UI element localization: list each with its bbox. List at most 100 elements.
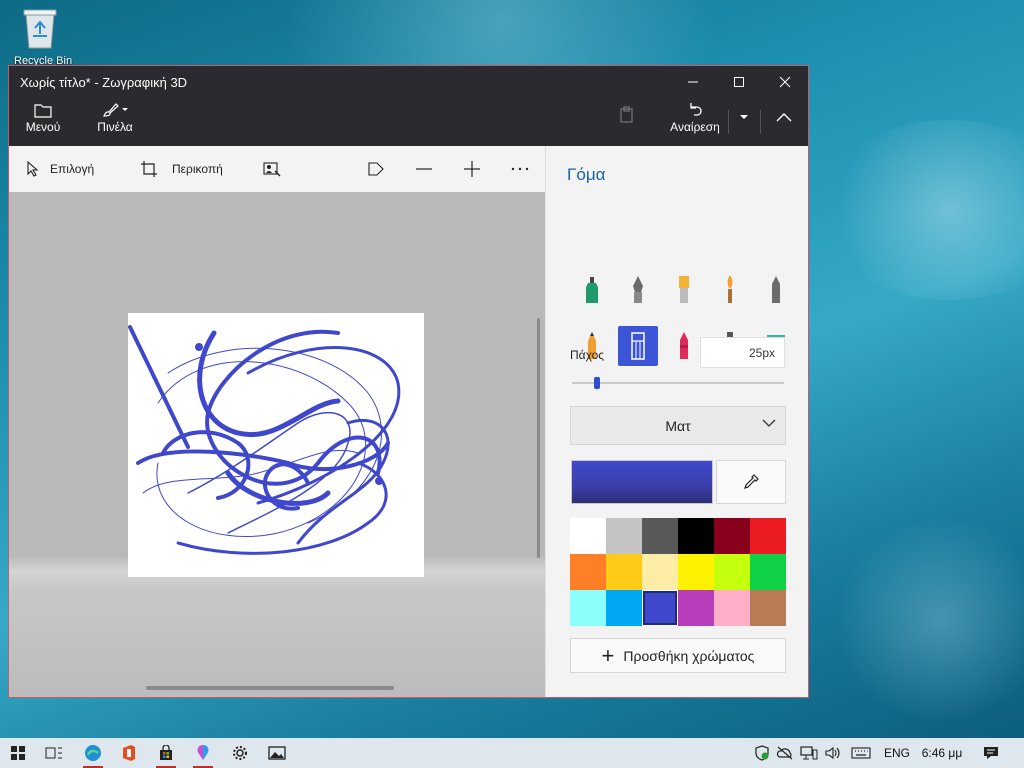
taskbar-edge[interactable] — [75, 738, 111, 768]
marker-tool[interactable] — [572, 270, 612, 310]
watercolor-tool[interactable] — [710, 270, 750, 310]
task-view-button[interactable] — [36, 738, 72, 768]
thickness-input[interactable]: 25px — [700, 337, 785, 368]
paint3d-window: Χωρίς τίτλο* - Ζωγραφική 3D Μενού Πινέλα… — [8, 65, 809, 698]
select-label: Επιλογή — [50, 162, 95, 176]
input-language[interactable]: ENG — [879, 738, 915, 768]
color-swatch[interactable] — [750, 554, 786, 590]
pixel-pen-icon — [772, 276, 780, 303]
finish-dropdown[interactable]: Ματ — [570, 406, 786, 445]
magic-select-icon — [263, 162, 281, 177]
recycle-bin-icon — [23, 9, 57, 49]
onedrive-tray-icon[interactable] — [775, 738, 795, 768]
taskbar-photos[interactable] — [259, 738, 295, 768]
horizontal-scrollbar[interactable] — [146, 686, 394, 690]
crop-tool[interactable]: Περικοπή — [140, 158, 223, 180]
office-icon — [123, 745, 135, 761]
calligraphy-pen-tool[interactable] — [618, 270, 658, 310]
color-swatch[interactable] — [714, 554, 750, 590]
current-color-swatch[interactable] — [571, 460, 713, 504]
more-options-button[interactable] — [511, 158, 539, 180]
maximize-button[interactable] — [716, 66, 762, 98]
ribbon-divider — [760, 110, 761, 134]
3d-view-button[interactable] — [367, 158, 395, 180]
brushes-label: Πινέλα — [97, 120, 133, 134]
oil-brush-tool[interactable] — [664, 270, 704, 310]
volume-tray-icon[interactable] — [822, 738, 844, 768]
taskbar-store[interactable] — [148, 738, 184, 768]
pixel-pen-tool[interactable] — [756, 270, 796, 310]
network-icon — [800, 746, 818, 760]
color-swatch[interactable] — [750, 590, 786, 626]
paste-button[interactable] — [615, 106, 639, 146]
color-swatch[interactable] — [642, 518, 678, 554]
zoom-in-button[interactable] — [463, 158, 491, 180]
finish-value: Ματ — [665, 417, 691, 434]
action-center-button[interactable] — [978, 738, 1004, 768]
magic-select-tool[interactable] — [263, 158, 291, 180]
taskbar-settings[interactable] — [222, 738, 258, 768]
color-swatch[interactable] — [750, 518, 786, 554]
color-swatch[interactable] — [714, 590, 750, 626]
color-swatch[interactable] — [606, 554, 642, 590]
notification-icon — [984, 747, 998, 759]
color-swatch[interactable] — [678, 518, 714, 554]
add-color-button[interactable]: + Προσθήκη χρώματος — [570, 638, 786, 673]
minimize-button[interactable] — [670, 66, 716, 98]
more-icon — [511, 167, 529, 171]
crayon-tool[interactable] — [664, 326, 704, 366]
color-swatch[interactable] — [678, 554, 714, 590]
panel-title: Γόμα — [567, 165, 606, 184]
thickness-label: Πάχος — [570, 348, 605, 362]
zoom-out-button[interactable] — [415, 158, 443, 180]
drawing-strokes — [128, 325, 401, 555]
brushes-button[interactable]: Πινέλα — [91, 102, 139, 142]
photos-icon — [268, 746, 286, 760]
taskbar-office[interactable] — [111, 738, 147, 768]
start-button[interactable] — [0, 738, 36, 768]
add-color-label: Προσθήκη χρώματος — [623, 647, 755, 664]
cursor-icon — [27, 161, 39, 177]
recycle-bin[interactable]: Recycle Bin — [14, 6, 72, 67]
color-swatch[interactable] — [570, 518, 606, 554]
color-swatch[interactable] — [570, 554, 606, 590]
color-swatch[interactable] — [678, 590, 714, 626]
folder-icon — [34, 104, 52, 118]
store-icon — [160, 745, 172, 760]
drawing-canvas[interactable] — [128, 313, 424, 577]
ribbon-divider — [728, 110, 729, 134]
close-button[interactable] — [762, 66, 808, 98]
touch-keyboard-button[interactable] — [848, 738, 874, 768]
brush-panel: Γόμα Πάχος 25px Ματ + Προσθήκη χρώματος — [545, 146, 808, 697]
undo-button[interactable]: Αναίρεση — [669, 102, 721, 142]
desktop-wallpaper-wave — [830, 520, 1024, 720]
color-swatch[interactable] — [606, 590, 642, 626]
eyedropper-icon — [744, 474, 759, 489]
eraser-tool[interactable] — [618, 326, 658, 366]
menu-button[interactable]: Μενού — [23, 102, 63, 142]
color-swatch[interactable] — [642, 554, 678, 590]
vertical-scrollbar[interactable] — [537, 318, 540, 558]
thickness-slider-track[interactable] — [572, 382, 784, 384]
eyedropper-button[interactable] — [716, 460, 786, 504]
plus-icon: + — [601, 642, 615, 668]
network-tray-icon[interactable] — [798, 738, 820, 768]
select-tool[interactable]: Επιλογή — [26, 158, 94, 180]
taskbar-paint3d[interactable] — [185, 738, 221, 768]
security-tray-icon[interactable] — [752, 738, 772, 768]
calligraphy-pen-icon — [633, 276, 643, 303]
canvas-area[interactable] — [9, 192, 545, 697]
clock[interactable]: 6:46 μμ — [917, 738, 967, 768]
ribbon: Μενού Πινέλα Αναίρεση — [9, 98, 808, 146]
title-bar[interactable]: Χωρίς τίτλο* - Ζωγραφική 3D — [9, 66, 808, 98]
color-swatch[interactable] — [714, 518, 750, 554]
desktop-wallpaper-wave — [820, 120, 1024, 300]
color-swatch[interactable] — [606, 518, 642, 554]
thickness-slider-thumb[interactable] — [594, 377, 601, 389]
color-swatch[interactable] — [570, 590, 606, 626]
chevron-up-icon — [776, 113, 792, 122]
task-view-icon — [45, 747, 62, 759]
window-title: Χωρίς τίτλο* - Ζωγραφική 3D — [20, 75, 188, 90]
canvas-toolbar: Επιλογή Περικοπή — [9, 146, 545, 192]
color-swatch[interactable] — [642, 590, 678, 626]
